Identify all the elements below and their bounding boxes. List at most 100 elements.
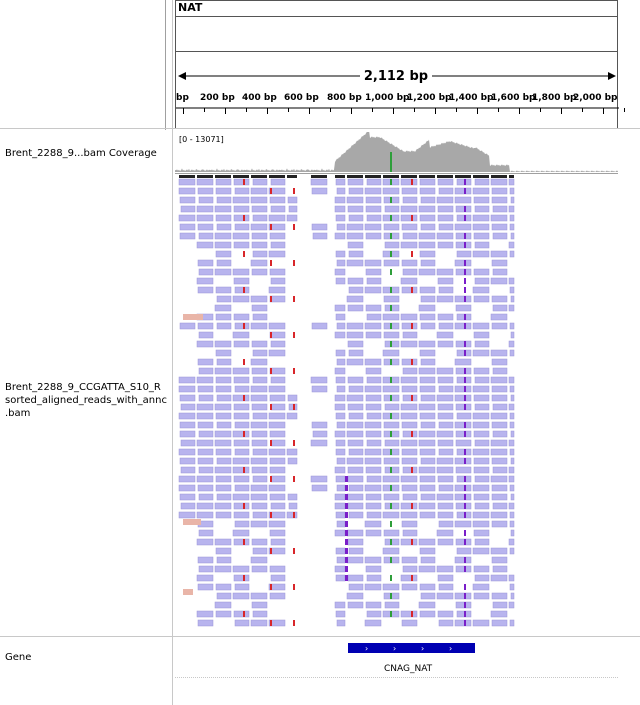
read [335, 349, 346, 357]
ruler[interactable]: bp 200 bp 400 bp 600 bp 800 bp 1,000 bp 1,200 … [175, 52, 625, 128]
read [364, 187, 382, 195]
read [250, 385, 268, 393]
read [335, 547, 346, 555]
mismatch-mark [464, 368, 466, 374]
insertion-mark [345, 548, 348, 554]
read [492, 565, 508, 573]
read [198, 529, 214, 537]
read [198, 331, 214, 339]
read [437, 376, 454, 384]
read [250, 295, 268, 303]
read [268, 286, 286, 294]
read [270, 376, 286, 384]
read [269, 295, 286, 303]
insertion-mark [345, 503, 348, 509]
read [366, 574, 382, 582]
mismatch-mark [411, 251, 413, 257]
coverage-track-label[interactable]: Brent_2288_9...bam Coverage [5, 147, 157, 160]
read [474, 241, 490, 249]
read [472, 286, 490, 294]
read [509, 214, 515, 222]
gene-feature[interactable]: › › › › [175, 640, 618, 656]
read [509, 286, 515, 294]
read [198, 466, 214, 474]
read [233, 241, 250, 249]
read [365, 196, 382, 204]
read [234, 385, 250, 393]
read [197, 619, 214, 627]
read [418, 439, 436, 447]
read [364, 385, 382, 393]
read [215, 448, 232, 456]
ideogram-box[interactable] [175, 25, 618, 52]
read [509, 250, 515, 258]
mismatch-mark [270, 296, 272, 302]
read [311, 385, 328, 393]
read [365, 331, 382, 339]
gene-track-label[interactable]: Gene [5, 651, 31, 664]
read [216, 358, 232, 366]
read [233, 412, 250, 420]
read [336, 520, 346, 528]
mismatch-mark [464, 260, 466, 266]
mismatch-mark [270, 404, 272, 410]
coverage-histogram[interactable] [175, 132, 618, 174]
read [508, 466, 515, 474]
alignment-reads[interactable] [175, 174, 618, 636]
read [438, 619, 454, 627]
ruler-tick [225, 108, 226, 114]
read [346, 223, 364, 231]
read [490, 448, 508, 456]
mismatch-mark [390, 539, 392, 545]
read [252, 313, 268, 321]
read [232, 565, 250, 573]
read [334, 466, 346, 474]
read [233, 376, 250, 384]
mismatch-mark [270, 368, 272, 374]
read [251, 340, 268, 348]
read [419, 610, 436, 618]
mismatch-mark [464, 287, 466, 293]
read [454, 187, 472, 195]
mismatch-mark [270, 440, 272, 446]
mismatch-mark [243, 287, 245, 293]
read [508, 475, 515, 483]
read [382, 583, 400, 591]
ruler-tick [246, 108, 247, 112]
read [473, 268, 490, 276]
mismatch-mark [270, 224, 272, 230]
read [336, 358, 346, 366]
ruler-tick-label: bp [176, 93, 189, 103]
read [401, 187, 418, 195]
read [509, 349, 515, 357]
read [492, 430, 508, 438]
mismatch-mark [464, 377, 466, 383]
mismatch-mark [390, 233, 392, 239]
read [288, 502, 298, 510]
read [196, 403, 214, 411]
mismatch-mark [411, 431, 413, 437]
mismatch-mark [464, 611, 466, 617]
alignment-track-label[interactable]: Brent_2288_9_CCGATTA_S10_R sorted_aligne… [5, 381, 167, 420]
read [269, 466, 286, 474]
locus-name[interactable]: NAT [178, 1, 202, 14]
read [346, 358, 364, 366]
read [234, 484, 250, 492]
read [472, 484, 490, 492]
read [234, 520, 250, 528]
read [335, 250, 346, 258]
read [418, 403, 436, 411]
downsample-marker [347, 175, 363, 178]
mismatch-mark [464, 395, 466, 401]
read [454, 223, 472, 231]
read [250, 223, 268, 231]
mismatch-mark [270, 548, 272, 554]
read [364, 520, 382, 528]
read [270, 403, 286, 411]
read [215, 385, 232, 393]
read [473, 565, 490, 573]
read [270, 439, 286, 447]
soft-clip [183, 589, 193, 595]
mismatch-mark [411, 215, 413, 221]
read [384, 439, 400, 447]
